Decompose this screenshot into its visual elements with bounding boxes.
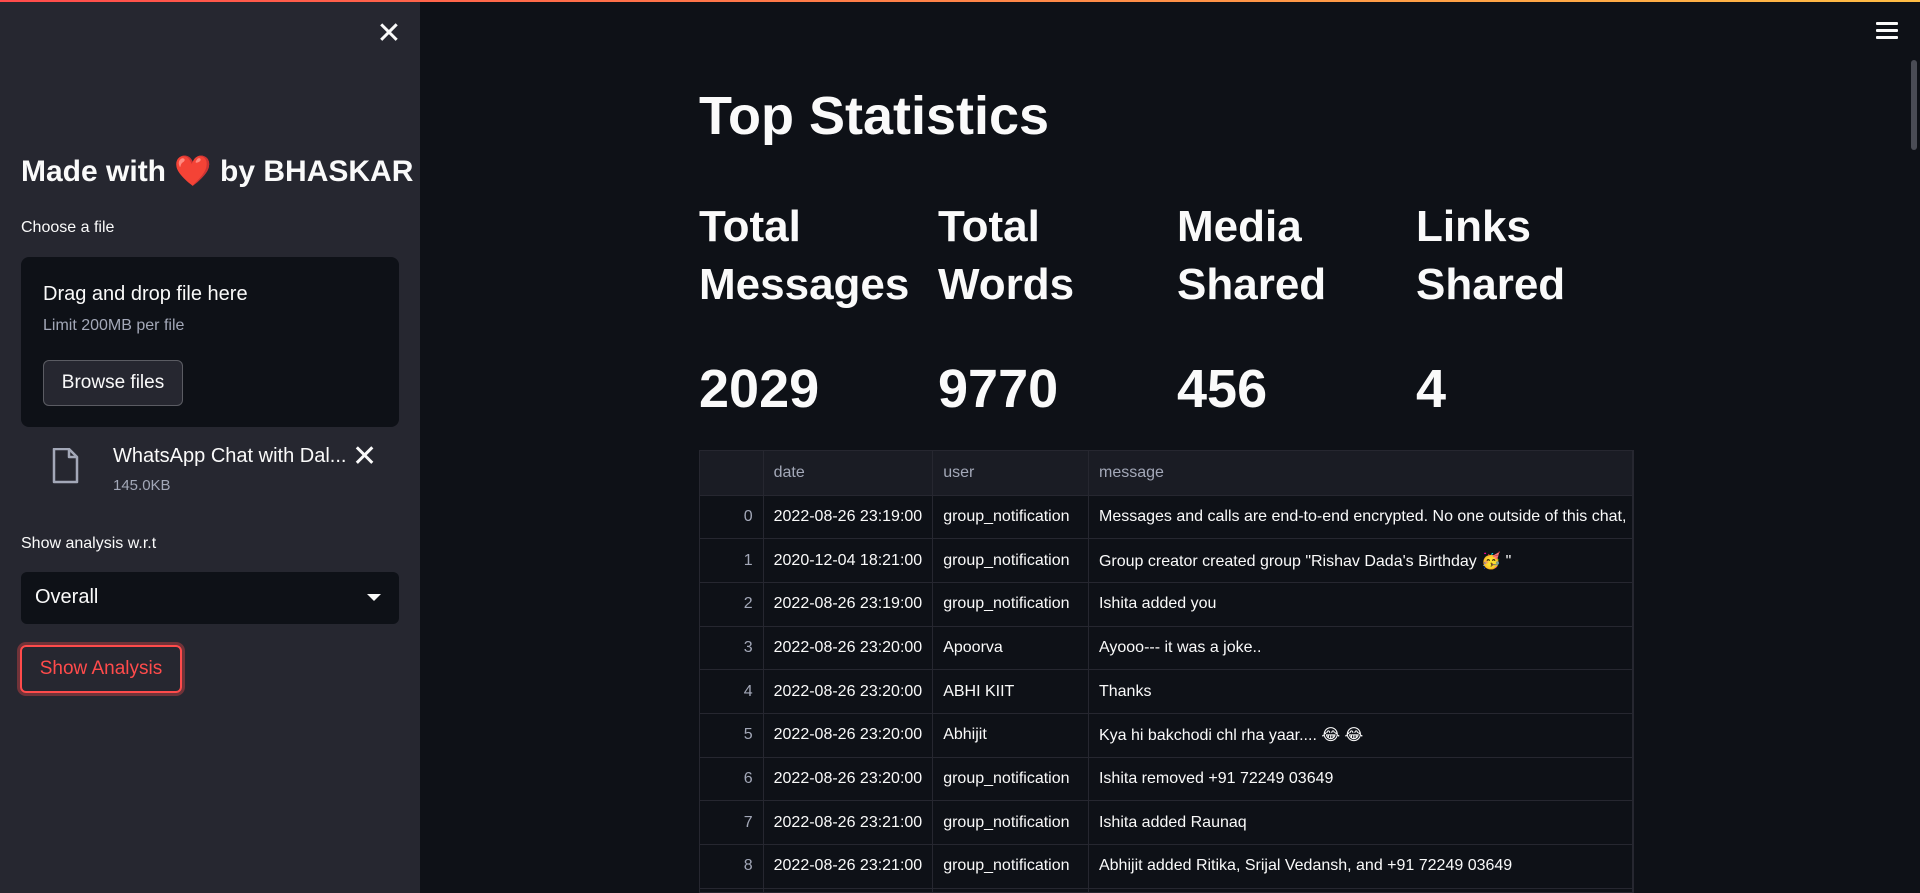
- table-row: 0 2022-08-26 23:19:00 group_notification Me…: [700, 495, 1633, 540]
- row-index[interactable]: 9: [700, 888, 764, 892]
- table-row: 5 2022-08-26 23:20:00 Abhijit Kya hi bakcho…: [700, 713, 1633, 758]
- uploaded-file-name: WhatsApp Chat with Dal...: [113, 445, 347, 467]
- close-sidebar-icon[interactable]: ✕: [375, 19, 403, 49]
- cell-user[interactable]: group_notification: [932, 757, 1089, 802]
- cell-date[interactable]: 2022-08-26 23:20:00: [763, 757, 934, 802]
- cell-message[interactable]: Messages and calls are end-to-end encryp…: [1088, 495, 1633, 540]
- cell-user[interactable]: Abhijit: [932, 713, 1089, 758]
- cell-date[interactable]: 2022-08-26 23:21:00: [763, 844, 934, 889]
- file-icon: [52, 448, 79, 484]
- file-dropzone[interactable]: Drag and drop file here Limit 200MB per …: [21, 257, 399, 427]
- show-analysis-button[interactable]: Show Analysis: [20, 645, 182, 693]
- cell-date[interactable]: 2022-08-26 23:21:00: [763, 800, 934, 845]
- cell-user[interactable]: group_notification: [932, 800, 1089, 845]
- cell-date[interactable]: 2022-08-26 23:19:00: [763, 495, 934, 540]
- row-index[interactable]: 0: [700, 495, 764, 540]
- table-row: 7 2022-08-26 23:21:00 group_notification Is…: [700, 800, 1633, 845]
- cell-user[interactable]: group_notification: [932, 538, 1089, 583]
- row-index[interactable]: 6: [700, 757, 764, 802]
- table-row: 9: [700, 888, 1633, 892]
- analysis-user-select[interactable]: Overall: [21, 572, 399, 624]
- cell-date[interactable]: 2020-12-04 18:21:00: [763, 538, 934, 583]
- metric-label: Links Shared: [1416, 202, 1566, 309]
- file-uploader-label: Choose a file: [21, 219, 115, 236]
- table-row: 1 2020-12-04 18:21:00 group_notification Gr…: [700, 538, 1633, 583]
- row-index[interactable]: 8: [700, 844, 764, 889]
- page-scrollbar[interactable]: [1911, 60, 1917, 150]
- top-decoration-bar: [0, 0, 1920, 2]
- row-index[interactable]: 2: [700, 582, 764, 627]
- uploaded-file-size: 145.0KB: [113, 477, 171, 494]
- column-header-message[interactable]: message: [1088, 451, 1633, 496]
- table-row: 8 2022-08-26 23:21:00 group_notification Ab…: [700, 844, 1633, 889]
- cell-message[interactable]: Thanks: [1088, 669, 1633, 714]
- analysis-select-label: Show analysis w.r.t: [21, 535, 157, 552]
- sidebar-title: Made with ❤️ by BHASKAR: [21, 155, 414, 188]
- cell-user[interactable]: ABHI KIIT: [932, 669, 1089, 714]
- messages-table: date user message 0 2022-08-26 23:19:00 gr…: [700, 451, 1633, 892]
- page-title: Top Statistics: [699, 86, 1050, 146]
- main-menu-icon[interactable]: [1876, 22, 1898, 40]
- dropzone-title: Drag and drop file here: [43, 283, 248, 305]
- sidebar: ✕ Made with ❤️ by BHASKAR Choose a file …: [0, 0, 420, 893]
- metric-media-shared: Media Shared 456: [1177, 198, 1407, 419]
- cell-message[interactable]: Group creator created group "Rishav Dada…: [1088, 538, 1633, 583]
- table-row: 3 2022-08-26 23:20:00 Apoorva Ayooo--- it w…: [700, 626, 1633, 671]
- metric-label: Total Words: [938, 202, 1075, 309]
- browse-files-button[interactable]: Browse files: [43, 360, 183, 406]
- table-header-row: date user message: [700, 451, 1633, 496]
- cell-message[interactable]: Abhijit added Ritika, Srijal Vedansh, an…: [1088, 844, 1633, 889]
- cell-date[interactable]: 2022-08-26 23:20:00: [763, 669, 934, 714]
- row-index[interactable]: 1: [700, 538, 764, 583]
- cell-user[interactable]: group_notification: [932, 495, 1089, 540]
- uploaded-file-item: WhatsApp Chat with Dal... 145.0KB ✕: [21, 440, 399, 500]
- table-row: 4 2022-08-26 23:20:00 ABHI KIIT Thanks: [700, 669, 1633, 714]
- metric-value: 456: [1177, 359, 1268, 419]
- cell-date[interactable]: [763, 888, 934, 892]
- metric-value: 4: [1416, 359, 1447, 419]
- row-index[interactable]: 5: [700, 713, 764, 758]
- caret-down-icon: [367, 594, 381, 601]
- metric-total-words: Total Words 9770: [938, 198, 1168, 419]
- table-row: 2 2022-08-26 23:19:00 group_notification Is…: [700, 582, 1633, 627]
- cell-user[interactable]: group_notification: [932, 582, 1089, 627]
- cell-date[interactable]: 2022-08-26 23:20:00: [763, 713, 934, 758]
- cell-message[interactable]: Ishita added you: [1088, 582, 1633, 627]
- metric-label: Media Shared: [1177, 202, 1327, 309]
- cell-user[interactable]: group_notification: [932, 844, 1089, 889]
- column-header-user[interactable]: user: [932, 451, 1089, 496]
- cell-message[interactable]: [1088, 888, 1633, 892]
- messages-dataframe[interactable]: date user message 0 2022-08-26 23:19:00 gr…: [699, 450, 1634, 893]
- metric-links-shared: Links Shared 4: [1416, 198, 1646, 419]
- metric-label: Total Messages: [699, 202, 910, 309]
- cell-date[interactable]: 2022-08-26 23:19:00: [763, 582, 934, 627]
- cell-date[interactable]: 2022-08-26 23:20:00: [763, 626, 934, 671]
- cell-message[interactable]: Ayooo--- it was a joke..: [1088, 626, 1633, 671]
- metric-value: 2029: [699, 359, 820, 419]
- select-value: Overall: [35, 586, 99, 608]
- column-header-date[interactable]: date: [763, 451, 934, 496]
- remove-file-icon[interactable]: ✕: [352, 440, 377, 474]
- table-row: 6 2022-08-26 23:20:00 group_notification Is…: [700, 757, 1633, 802]
- metric-total-messages: Total Messages 2029: [699, 198, 929, 419]
- dropzone-limit: Limit 200MB per file: [43, 317, 185, 334]
- cell-message[interactable]: Ishita removed +91 72249 03649: [1088, 757, 1633, 802]
- cell-message[interactable]: Ishita added Raunaq: [1088, 800, 1633, 845]
- cell-message[interactable]: Kya hi bakchodi chl rha yaar.... 😂 😂: [1088, 713, 1633, 758]
- row-index[interactable]: 7: [700, 800, 764, 845]
- row-index[interactable]: 4: [700, 669, 764, 714]
- column-header-index[interactable]: [700, 451, 764, 496]
- cell-user[interactable]: [932, 888, 1089, 892]
- row-index[interactable]: 3: [700, 626, 764, 671]
- cell-user[interactable]: Apoorva: [932, 626, 1089, 671]
- metric-value: 9770: [938, 359, 1059, 419]
